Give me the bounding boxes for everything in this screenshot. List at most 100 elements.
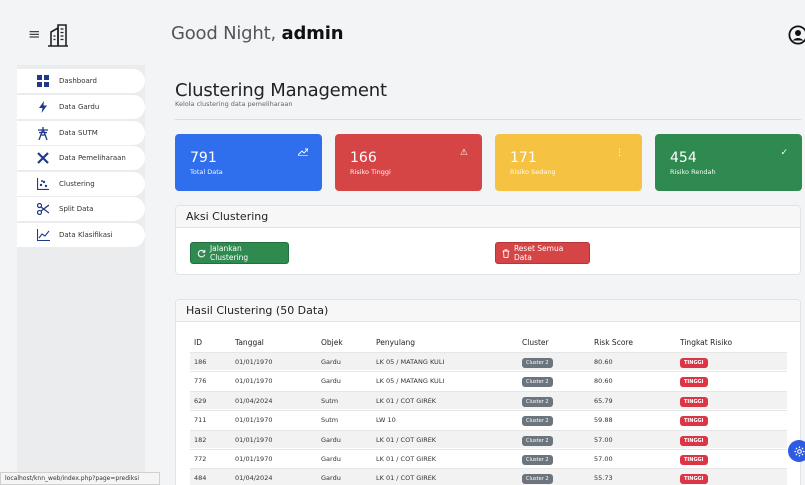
line-chart-icon <box>35 227 51 243</box>
stat-value: 454 <box>670 150 697 166</box>
cell-id: 772 <box>194 455 207 463</box>
stat-label: Total Data <box>190 168 223 176</box>
stat-label: Risiko Sedang <box>510 168 556 176</box>
cell-objek: Gardu <box>321 436 341 444</box>
top-bar: ≡ Good Night, admin <box>0 0 805 60</box>
greeting-prefix: Good Night, <box>171 23 277 44</box>
sidebar-item-data-klasifikasi[interactable]: Data Klasifikasi <box>17 223 145 247</box>
table-row[interactable]: 484 01/04/2024 Gardu LK 01 / COT GIREK C… <box>190 468 787 485</box>
table-row[interactable]: 772 01/01/1970 Gardu LK 01 / COT GIREK C… <box>190 449 787 467</box>
scissors-icon <box>35 201 51 217</box>
stat-value: 791 <box>190 150 217 166</box>
divider <box>175 119 801 120</box>
cell-id: 186 <box>194 358 207 366</box>
cluster-badge: Cluster 2 <box>522 436 553 446</box>
cell-tanggal: 01/01/1970 <box>235 455 273 463</box>
sidebar-item-data-sutm[interactable]: Data SUTM <box>17 121 145 145</box>
cell-tanggal: 01/04/2024 <box>235 397 273 405</box>
building-logo-icon <box>48 24 68 47</box>
column-header-objek: Objek <box>321 338 343 347</box>
cell-id: 629 <box>194 397 207 405</box>
risk-badge: TINGGI <box>680 397 708 407</box>
cell-objek: Gardu <box>321 358 341 366</box>
greeting-user: admin <box>281 23 344 44</box>
sidebar-item-label: Data Gardu <box>59 103 100 111</box>
bolt-icon <box>35 99 51 115</box>
cell-tanggal: 01/01/1970 <box>235 416 273 424</box>
results-panel-title: Hasil Clustering (50 Data) <box>176 300 800 322</box>
cell-tanggal: 01/04/2024 <box>235 474 273 482</box>
info-icon: ⋮ <box>615 148 624 158</box>
cluster-badge: Cluster 2 <box>522 377 553 387</box>
sidebar-item-data-pemeliharaan[interactable]: Data Pemeliharaan <box>17 146 145 170</box>
sidebar-item-label: Dashboard <box>59 77 97 85</box>
cell-risk-score: 57.00 <box>594 436 613 444</box>
sidebar-item-label: Data SUTM <box>59 129 98 137</box>
cell-tanggal: 01/01/1970 <box>235 436 273 444</box>
greeting: Good Night, admin <box>171 23 344 44</box>
refresh-icon <box>197 249 206 257</box>
stat-card-risiko-sedang: 171 Risiko Sedang ⋮ <box>495 134 642 191</box>
cell-penyulang: LW 10 <box>376 416 396 424</box>
table-row[interactable]: 776 01/01/1970 Gardu LK 05 / MATANG KULI… <box>190 371 787 389</box>
dashboard-grid-icon <box>35 73 51 89</box>
warning-icon: ⚠ <box>459 148 468 158</box>
column-header-id: ID <box>194 338 202 347</box>
risk-badge: TINGGI <box>680 377 708 387</box>
page-subtitle: Kelola clustering data pemeliharaan <box>175 100 293 108</box>
sidebar-item-label: Data Klasifikasi <box>59 231 113 239</box>
column-header-tingkat-risiko: Tingkat Risiko <box>680 338 733 347</box>
stat-card-risiko-tinggi: 166 Risiko Tinggi ⚠ <box>335 134 482 191</box>
hamburger-menu-icon[interactable]: ≡ <box>28 27 41 42</box>
run-clustering-button[interactable]: Jalankan Clustering <box>190 242 289 264</box>
table-row[interactable]: 186 01/01/1970 Gardu LK 05 / MATANG KULI… <box>190 352 787 370</box>
column-header-penyulang: Penyulang <box>376 338 416 347</box>
cell-objek: Gardu <box>321 474 341 482</box>
settings-fab-button[interactable] <box>788 440 805 462</box>
risk-badge: TINGGI <box>680 455 708 465</box>
status-bar-url: localhost/knn_web/index.php?page=prediks… <box>0 472 160 485</box>
stat-label: Risiko Tinggi <box>350 168 391 176</box>
user-account-icon[interactable] <box>788 25 805 45</box>
sidebar-item-data-gardu[interactable]: Data Gardu <box>17 95 145 119</box>
cell-penyulang: LK 01 / COT GIREK <box>376 436 437 444</box>
cell-risk-score: 80.60 <box>594 377 613 385</box>
stat-label: Risiko Rendah <box>670 168 716 176</box>
cluster-badge: Cluster 2 <box>522 455 553 465</box>
actions-panel-title: Aksi Clustering <box>176 206 800 228</box>
trend-up-icon <box>298 148 308 156</box>
risk-badge: TINGGI <box>680 474 708 484</box>
cell-penyulang: LK 01 / COT GIREK <box>376 455 437 463</box>
run-clustering-label: Jalankan Clustering <box>209 244 249 262</box>
check-icon: ✓ <box>780 148 788 158</box>
cell-objek: Sutm <box>321 397 339 405</box>
sidebar-item-split-data[interactable]: Split Data <box>17 197 145 221</box>
reset-data-label: Reset Semua Data <box>513 244 564 262</box>
sidebar-item-dashboard[interactable]: Dashboard <box>17 69 145 93</box>
sidebar-item-label: Clustering <box>59 180 95 188</box>
sidebar-item-label: Split Data <box>59 205 94 213</box>
sidebar-item-label: Data Pemeliharaan <box>59 154 126 162</box>
tools-icon <box>35 150 51 166</box>
risk-badge: TINGGI <box>680 416 708 426</box>
cell-id: 182 <box>194 436 207 444</box>
cell-objek: Gardu <box>321 377 341 385</box>
cell-objek: Sutm <box>321 416 339 424</box>
stat-value: 171 <box>510 150 537 166</box>
sidebar-item-clustering[interactable]: Clustering <box>17 172 145 196</box>
table-row[interactable]: 629 01/04/2024 Sutm LK 01 / COT GIREK Cl… <box>190 391 787 409</box>
cell-risk-score: 55.73 <box>594 474 613 482</box>
cell-penyulang: LK 05 / MATANG KULI <box>376 377 445 385</box>
table-row[interactable]: 182 01/01/1970 Gardu LK 01 / COT GIREK C… <box>190 430 787 448</box>
cell-risk-score: 59.88 <box>594 416 613 424</box>
risk-badge: TINGGI <box>680 436 708 446</box>
tower-icon <box>35 125 51 141</box>
cell-id: 711 <box>194 416 207 424</box>
column-header-risk-score: Risk Score <box>594 338 633 347</box>
table-row[interactable]: 711 01/01/1970 Sutm LW 10 Cluster 2 59.8… <box>190 410 787 428</box>
cell-id: 484 <box>194 474 207 482</box>
reset-data-button[interactable]: Reset Semua Data <box>495 242 590 264</box>
page-title: Clustering Management <box>175 80 387 101</box>
column-header-cluster: Cluster <box>522 338 549 347</box>
actions-panel: Aksi Clustering <box>175 205 801 275</box>
